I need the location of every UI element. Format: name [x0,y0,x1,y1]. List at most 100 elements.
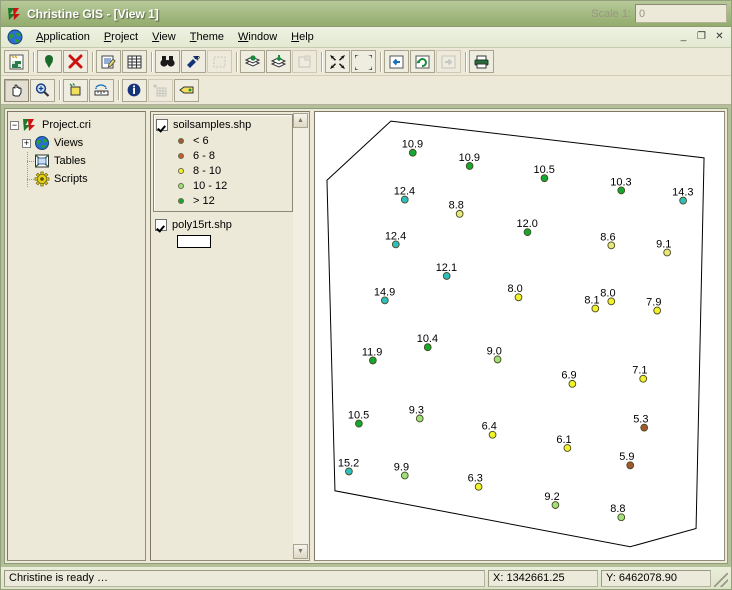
class-swatch-icon [178,137,184,144]
sample-point-label: 9.3 [409,404,424,416]
mdi-restore-button[interactable]: ❐ [694,29,709,44]
sample-point-label: 8.1 [584,294,599,306]
print-button[interactable] [469,50,494,73]
menu-application[interactable]: AApplicationpplication [29,29,97,45]
legend-theme-poly15rt[interactable]: poly15rt.shp [153,215,293,251]
application-window: Christine GIS - [View 1] _ □ ✕ AApplicat… [0,0,732,590]
delete-theme-button[interactable] [63,50,88,73]
theme-visibility-checkbox[interactable] [156,119,168,131]
toolbar-separator [377,51,384,73]
map-view[interactable]: 10.9 10.9 10.5 10.3 14.3 12.4 8.8 12.0 8.6 9.1 12.… [314,111,725,561]
menu-project[interactable]: Project [97,29,145,45]
zoom-to-selected-button[interactable] [292,50,317,73]
mdi-close-button[interactable]: ✕ [712,29,727,44]
query-builder-button[interactable]: ? [181,50,206,73]
mdi-work-area: − Project.cri + Views Tables Scripts soi… [1,105,731,567]
scale-input[interactable] [635,4,727,23]
legend-theme-name: soilsamples.shp [173,119,252,131]
open-table-button[interactable] [122,50,147,73]
sample-point-label: 10.4 [417,333,438,345]
views-globe-icon [34,135,50,151]
sample-point-label: 7.9 [646,296,661,308]
sample-point-label: 6.3 [468,473,483,485]
legend-class-label: 8 - 10 [193,164,222,177]
menu-theme[interactable]: Theme [183,29,231,45]
tree-label-scripts: Scripts [54,173,88,185]
legend-class-label: > 12 [193,194,215,207]
legend-theme-header[interactable]: poly15rt.shp [155,217,291,233]
tree-label-project: Project.cri [42,119,91,131]
theme-properties-button[interactable] [96,50,121,73]
sample-point-label: 10.3 [610,176,631,188]
status-message: Christine is ready … [4,569,485,587]
sample-point-label: 9.0 [487,345,502,357]
identify-tool-button[interactable] [122,78,147,102]
app-logo-icon [6,6,22,22]
scripts-gear-icon [34,171,50,187]
class-swatch-icon [178,197,184,204]
legend-theme-soilsamples[interactable]: soilsamples.shp < 6 6 - 8 8 - 10 10 - 12… [153,114,293,212]
menu-view[interactable]: View [145,29,183,45]
sample-point-label: 9.2 [544,491,559,503]
mdi-minimize-button[interactable]: _ [676,29,691,44]
sample-point-label: 6.4 [482,421,497,433]
sample-point-label: 8.0 [508,283,523,295]
select-feature-tool-button[interactable] [63,78,88,102]
legend-theme-header[interactable]: soilsamples.shp [156,117,290,133]
tree-connector [22,152,34,170]
scroll-down-button[interactable]: ▼ [293,544,308,559]
legend-panel[interactable]: soilsamples.shp < 6 6 - 8 8 - 10 10 - 12… [150,111,310,561]
new-theme-button[interactable] [4,50,29,73]
legend-class-row: > 12 [156,193,290,208]
sample-point-label: 6.1 [556,434,571,446]
status-x-coordinate: X: 1342661.25 [488,569,598,587]
measure-tool-button[interactable] [89,78,114,102]
tools-toolbar [1,76,731,105]
expander-collapse-icon[interactable]: − [10,120,19,130]
sample-point-label: 8.8 [610,503,625,515]
menu-window[interactable]: Window [231,29,284,45]
zoom-to-active-theme-button[interactable] [266,50,291,73]
zoom-tool-button[interactable] [30,78,55,102]
theme-visibility-checkbox[interactable] [155,219,167,231]
zoom-in-button[interactable] [351,50,376,73]
scroll-up-button[interactable]: ▲ [293,113,308,128]
resize-grip[interactable] [714,573,728,587]
select-by-table-tool-button[interactable] [148,78,173,102]
next-extent-button[interactable] [436,50,461,73]
sample-point-label: 11.9 [362,346,383,358]
zoom-to-all-themes-button[interactable] [240,50,265,73]
label-tool-button[interactable] [174,78,199,102]
window-title: Christine GIS - [View 1] [27,6,159,21]
legend-theme-name: poly15rt.shp [172,219,232,231]
pan-tool-button[interactable] [4,78,29,102]
legend-class-label: 6 - 8 [193,149,216,162]
tree-row-views[interactable]: + Views [10,134,143,152]
zoom-out-button[interactable] [325,50,350,73]
sample-point-label: 5.3 [633,413,648,425]
sample-point-label: 9.1 [656,238,671,250]
project-icon [22,117,38,133]
boundary-polygon [326,120,705,548]
tree-row-project[interactable]: − Project.cri [10,116,143,134]
menu-help[interactable]: Help [284,29,321,45]
toolbar-separator [56,79,63,101]
expander-expand-icon[interactable]: + [22,138,31,148]
class-swatch-icon [178,182,184,189]
map-canvas[interactable]: 10.9 10.9 10.5 10.3 14.3 12.4 8.8 12.0 8.6 9.1 12.… [315,112,724,560]
previous-extent-button[interactable] [384,50,409,73]
view-window: − Project.cri + Views Tables Scripts soi… [4,108,728,564]
add-theme-button[interactable] [37,50,62,73]
toolbar-separator [462,51,469,73]
sample-point-label: 8.6 [600,231,615,243]
find-button[interactable] [155,50,180,73]
clear-selection-button[interactable] [207,50,232,73]
tree-row-tables[interactable]: Tables [10,152,143,170]
sample-point-label: 14.3 [672,186,693,198]
class-swatch-icon [178,167,184,174]
toolbar-separator [89,51,96,73]
tree-row-scripts[interactable]: Scripts [10,170,143,188]
project-tree-panel[interactable]: − Project.cri + Views Tables Scripts [7,111,146,561]
legend-scrollbar[interactable]: ▲ ▼ [293,113,308,559]
refresh-button[interactable] [410,50,435,73]
